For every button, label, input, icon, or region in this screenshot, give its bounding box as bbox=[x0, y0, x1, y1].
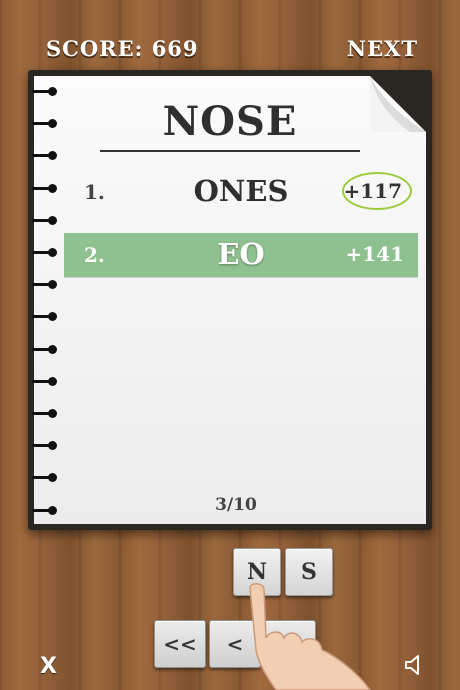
spiral-ring-icon bbox=[32, 248, 58, 257]
answer-points: +141 bbox=[345, 242, 404, 266]
spiral-ring-icon bbox=[32, 151, 58, 161]
answer-row: 1. ONES +117 bbox=[64, 170, 418, 214]
spiral-ring-icon bbox=[32, 376, 58, 386]
close-button[interactable]: X bbox=[40, 654, 57, 679]
spiral-ring-icon bbox=[32, 87, 58, 96]
spiral-ring-icon bbox=[32, 119, 58, 129]
first-page-button[interactable]: << bbox=[154, 620, 206, 668]
speaker-icon[interactable] bbox=[404, 654, 424, 676]
answer-points: +117 bbox=[343, 179, 402, 203]
spiral-ring-icon bbox=[32, 473, 58, 483]
spiral-ring-icon bbox=[32, 505, 58, 515]
spiral-ring-icon bbox=[32, 183, 58, 193]
pointing-hand-icon bbox=[249, 583, 371, 690]
title-underline bbox=[100, 150, 360, 152]
page-fold-icon bbox=[370, 76, 426, 132]
score-label: SCORE: 669 bbox=[46, 36, 199, 61]
answer-row-highlighted: 2. EO +141 bbox=[64, 233, 418, 277]
puzzle-word: NOSE bbox=[162, 98, 298, 145]
spiral-ring-icon bbox=[32, 215, 58, 225]
spiral-ring-icon bbox=[32, 312, 58, 322]
spiral-ring-icon bbox=[32, 344, 58, 354]
page-counter: 3/10 bbox=[215, 495, 257, 515]
spiral-ring-icon bbox=[32, 280, 58, 290]
next-button[interactable]: NEXT bbox=[347, 36, 418, 61]
spiral-ring-icon bbox=[32, 441, 58, 451]
spiral-ring-icon bbox=[32, 409, 58, 418]
